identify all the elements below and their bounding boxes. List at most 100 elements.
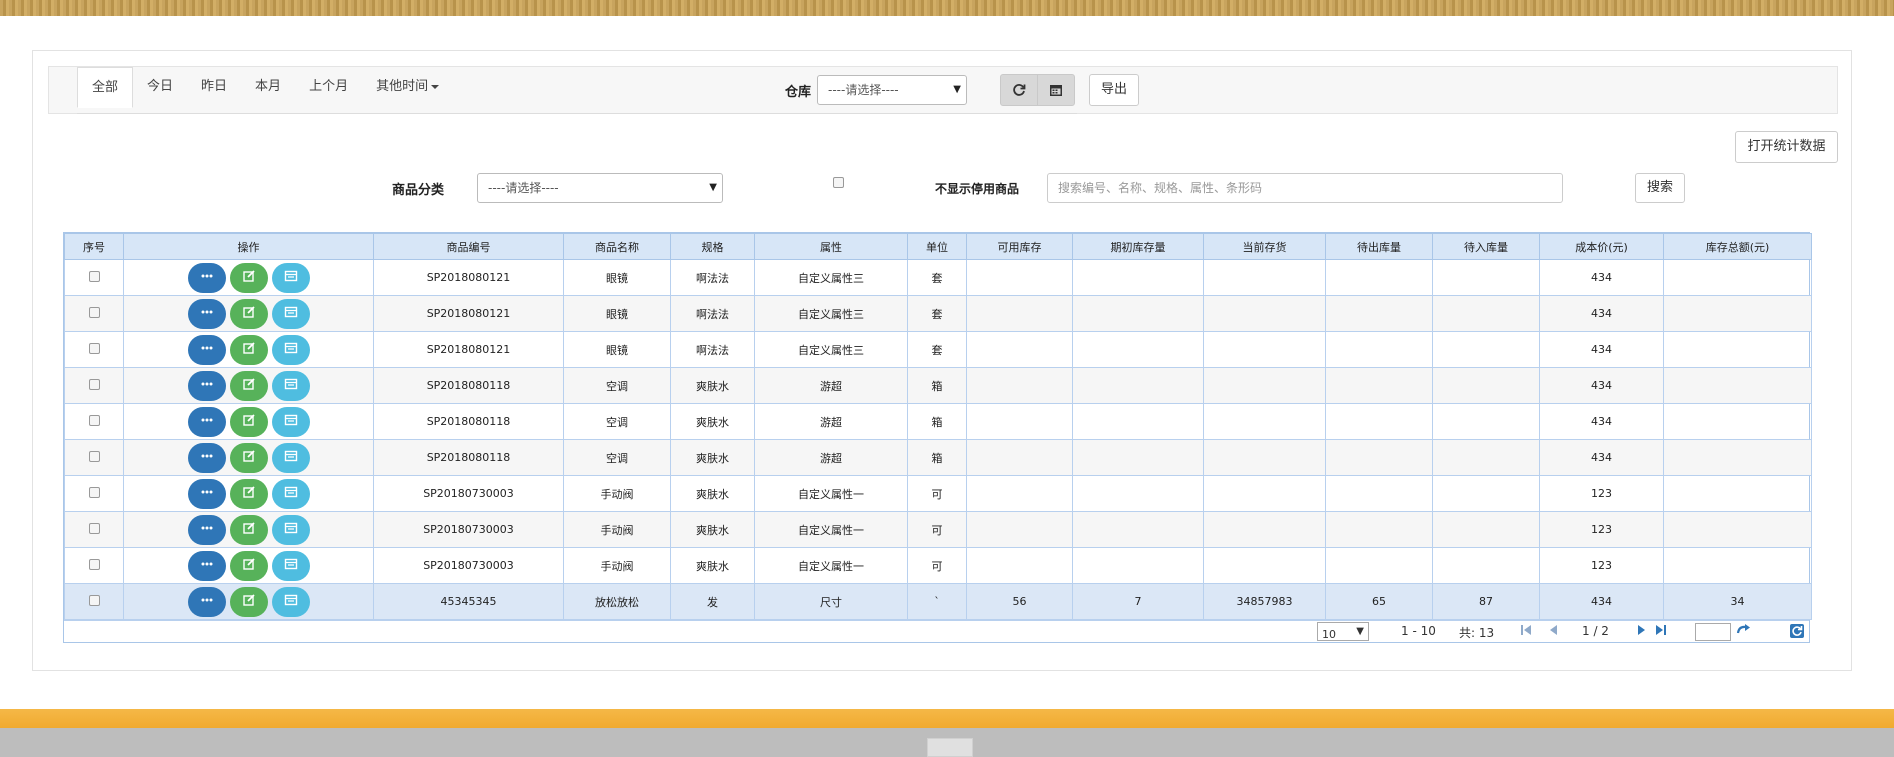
cell-in: 87: [1432, 583, 1540, 620]
edit-button[interactable]: [229, 406, 268, 437]
detail-button[interactable]: [271, 442, 310, 473]
column-header[interactable]: 期初库存量: [1072, 233, 1204, 260]
row-checkbox[interactable]: [88, 522, 100, 534]
table-row[interactable]: SP2018080121 眼镜 啊法法 自定义属性三套 434: [64, 259, 1812, 296]
row-checkbox[interactable]: [88, 414, 100, 426]
card-icon: [284, 593, 298, 610]
tab-this-month[interactable]: 本月: [241, 67, 295, 107]
more-button[interactable]: [187, 478, 226, 509]
row-checkbox[interactable]: [88, 306, 100, 318]
column-header[interactable]: 成本价(元): [1539, 233, 1664, 260]
column-header[interactable]: 可用库存: [966, 233, 1073, 260]
detail-button[interactable]: [271, 406, 310, 437]
column-header[interactable]: 待入库量: [1432, 233, 1540, 260]
more-button[interactable]: [187, 406, 226, 437]
search-button[interactable]: 搜索: [1635, 173, 1685, 203]
detail-button[interactable]: [271, 514, 310, 545]
table-row[interactable]: SP2018080121 眼镜 啊法法 自定义属性三套 434: [64, 331, 1812, 368]
detail-button[interactable]: [271, 334, 310, 365]
tab-yesterday[interactable]: 昨日: [187, 67, 241, 107]
detail-button[interactable]: [271, 478, 310, 509]
detail-button[interactable]: [271, 262, 310, 293]
column-header[interactable]: 库存总额(元): [1663, 233, 1812, 260]
table-row[interactable]: SP20180730003 手动阀 爽肤水 自定义属性一可 123: [64, 547, 1812, 584]
more-button[interactable]: [187, 262, 226, 293]
open-stats-button[interactable]: 打开统计数据: [1735, 131, 1838, 163]
edit-icon: [242, 377, 256, 394]
more-button[interactable]: [187, 550, 226, 581]
category-select[interactable]: ----请选择---- ▼: [477, 173, 723, 203]
goto-page-input[interactable]: [1695, 623, 1731, 641]
edit-icon: [242, 341, 256, 358]
column-header[interactable]: 商品名称: [563, 233, 671, 260]
detail-button[interactable]: [271, 586, 310, 617]
card-icon: [284, 521, 298, 538]
edit-button[interactable]: [229, 298, 268, 329]
tab-all[interactable]: 全部: [77, 67, 134, 108]
stock-table: 序号 操作 商品编号 商品名称 规格 属性 单位 可用库存 期初库存量 当前存货 待出库量 待入库量成…: [64, 233, 1812, 620]
column-header[interactable]: 规格: [670, 233, 755, 260]
column-header[interactable]: 当前存货: [1203, 233, 1326, 260]
cell-avail: [966, 259, 1073, 296]
row-select-cell: [64, 475, 124, 512]
more-button[interactable]: [187, 298, 226, 329]
edit-button[interactable]: [229, 334, 268, 365]
edit-button[interactable]: [229, 586, 268, 617]
more-icon: [200, 413, 214, 430]
cell-attr: 游超: [754, 403, 908, 440]
table-row[interactable]: SP2018080118 空调 爽肤水 游超箱 434: [64, 367, 1812, 404]
column-header[interactable]: 操作: [123, 233, 374, 260]
reload-icon[interactable]: [1789, 623, 1805, 642]
goto-page-icon[interactable]: [1736, 623, 1752, 640]
row-checkbox[interactable]: [88, 450, 100, 462]
more-button[interactable]: [187, 334, 226, 365]
tab-last-month[interactable]: 上个月: [295, 67, 362, 107]
row-checkbox[interactable]: [88, 342, 100, 354]
edit-button[interactable]: [229, 262, 268, 293]
tab-today[interactable]: 今日: [133, 67, 187, 107]
next-page-icon[interactable]: [1634, 623, 1648, 640]
more-button[interactable]: [187, 586, 226, 617]
edit-button[interactable]: [229, 478, 268, 509]
calendar-button[interactable]: [1037, 74, 1075, 106]
detail-button[interactable]: [271, 550, 310, 581]
row-checkbox[interactable]: [88, 558, 100, 570]
cell-total: [1663, 403, 1812, 440]
table-row[interactable]: SP2018080118 空调 爽肤水 游超箱 434: [64, 439, 1812, 476]
row-checkbox[interactable]: [88, 378, 100, 390]
column-header[interactable]: 待出库量: [1325, 233, 1433, 260]
edit-button[interactable]: [229, 370, 268, 401]
column-header[interactable]: 属性: [754, 233, 908, 260]
detail-button[interactable]: [271, 370, 310, 401]
warehouse-select[interactable]: ----请选择---- ▼: [817, 75, 967, 105]
table-row[interactable]: SP2018080118 空调 爽肤水 游超箱 434: [64, 403, 1812, 440]
first-page-icon[interactable]: [1519, 623, 1533, 640]
row-checkbox[interactable]: [88, 270, 100, 282]
hide-disabled-checkbox[interactable]: [833, 177, 844, 188]
last-page-icon[interactable]: [1654, 623, 1668, 640]
edit-button[interactable]: [229, 442, 268, 473]
search-input[interactable]: 搜索编号、名称、规格、属性、条形码: [1047, 173, 1563, 203]
more-button[interactable]: [187, 370, 226, 401]
refresh-button[interactable]: [1000, 74, 1038, 106]
cell-attr: 自定义属性三: [754, 295, 908, 332]
page-size-select[interactable]: 10 ▼: [1317, 622, 1369, 641]
detail-button[interactable]: [271, 298, 310, 329]
table-row[interactable]: 45345345 放松放松发尺寸 ` 56 7 34857983 65 87 434 34: [64, 583, 1812, 620]
edit-button[interactable]: [229, 514, 268, 545]
column-header[interactable]: 序号: [64, 233, 124, 260]
prev-page-icon[interactable]: [1547, 623, 1561, 640]
table-row[interactable]: SP2018080121 眼镜 啊法法 自定义属性三套 434: [64, 295, 1812, 332]
more-button[interactable]: [187, 514, 226, 545]
table-row[interactable]: SP20180730003 手动阀 爽肤水 自定义属性一可 123: [64, 511, 1812, 548]
more-icon: [200, 269, 214, 286]
row-checkbox[interactable]: [88, 594, 100, 606]
column-header[interactable]: 单位: [907, 233, 967, 260]
row-checkbox[interactable]: [88, 486, 100, 498]
table-row[interactable]: SP20180730003 手动阀 爽肤水 自定义属性一可 123: [64, 475, 1812, 512]
more-button[interactable]: [187, 442, 226, 473]
column-header[interactable]: 商品编号: [373, 233, 564, 260]
export-button[interactable]: 导出: [1089, 74, 1139, 106]
tab-other-time[interactable]: 其他时间: [362, 67, 453, 107]
edit-button[interactable]: [229, 550, 268, 581]
